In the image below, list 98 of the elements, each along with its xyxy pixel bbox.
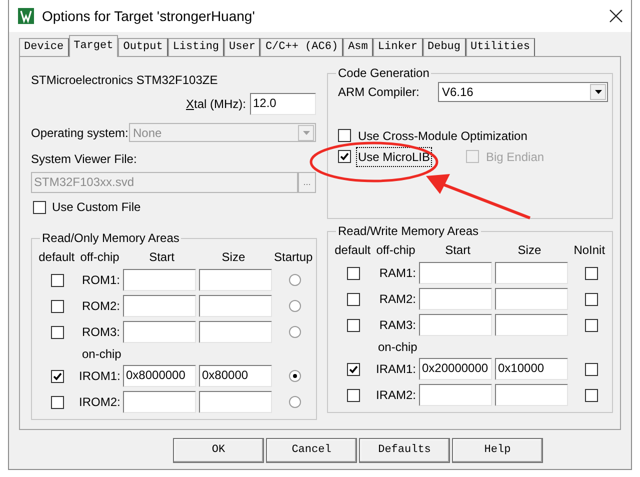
input-field[interactable] — [199, 269, 272, 291]
caret-icon — [594, 90, 602, 94]
tab[interactable]: Listing — [168, 38, 224, 56]
dialog-button[interactable]: OK — [173, 438, 264, 463]
input-field[interactable] — [495, 384, 568, 406]
radio-button[interactable] — [289, 326, 301, 338]
checkbox-label: Use MicroLIB — [357, 148, 432, 166]
memory-label: IRAM2: — [375, 387, 417, 404]
dialog-button[interactable]: Help — [452, 438, 543, 463]
checkbox[interactable] — [584, 292, 598, 306]
radio-button[interactable] — [289, 274, 301, 286]
checkbox[interactable] — [346, 388, 360, 402]
checkbox[interactable] — [346, 266, 360, 280]
memory-label: RAM3: — [378, 317, 417, 334]
app-icon — [18, 8, 34, 24]
column-header: Startup — [273, 249, 314, 266]
dialog-button[interactable]: Cancel — [266, 438, 357, 463]
radio-button[interactable] — [289, 396, 301, 408]
tab[interactable]: User — [224, 38, 260, 56]
input-field[interactable]: 0x10000 — [495, 358, 568, 380]
input-field[interactable] — [199, 391, 272, 413]
input-field[interactable] — [495, 314, 568, 336]
checkbox[interactable] — [584, 388, 598, 402]
checkbox-label: Big Endian — [485, 148, 546, 166]
tab[interactable]: Device — [19, 38, 69, 56]
group-title: Read/Write Memory Areas — [336, 223, 480, 239]
checkbox[interactable] — [50, 396, 64, 408]
input-field[interactable] — [123, 295, 196, 317]
memory-label: RAM2: — [378, 291, 417, 308]
checkbox[interactable] — [50, 326, 64, 338]
field-label: ARM Compiler: — [338, 84, 420, 101]
column-header: default — [334, 242, 372, 259]
dialog-button[interactable]: Defaults — [359, 438, 450, 463]
column-header: NoInit — [572, 242, 606, 259]
input-field[interactable] — [419, 288, 492, 310]
group-title: Read/Only Memory Areas — [40, 230, 182, 246]
memory-label: ROM1: — [80, 272, 121, 289]
radio-button[interactable] — [289, 300, 301, 312]
tab[interactable]: Utilities — [466, 38, 535, 56]
memory-label: ROM3: — [80, 324, 121, 341]
checkbox[interactable] — [50, 274, 64, 286]
memory-label: IROM2: — [79, 394, 122, 411]
memory-label: IROM1: — [79, 368, 122, 385]
memory-label: RAM1: — [378, 265, 417, 282]
input-field[interactable]: 0x20000000 — [419, 358, 492, 380]
input-field[interactable] — [123, 269, 196, 291]
tab[interactable]: C/C++ (AC6) — [260, 38, 344, 56]
device-name: STMicroelectronics STM32F103ZE — [31, 72, 219, 87]
checkbox[interactable] — [50, 300, 64, 312]
checkbox[interactable] — [33, 200, 46, 214]
section-label: on-chip — [82, 346, 122, 363]
checkbox-label: Use Cross-Module Optimization — [357, 128, 528, 144]
column-header: off-chip — [375, 242, 416, 259]
column-header: Start — [444, 242, 472, 259]
caret-icon — [302, 130, 310, 134]
checkbox[interactable] — [338, 150, 351, 163]
checkbox[interactable] — [584, 318, 598, 332]
column-header: Size — [220, 249, 246, 266]
input-field[interactable] — [419, 262, 492, 284]
column-header: default — [38, 249, 76, 266]
input-field[interactable] — [495, 288, 568, 310]
input-field[interactable]: 0x8000000 — [123, 365, 196, 387]
radio-button[interactable] — [289, 370, 301, 382]
close-icon[interactable] — [609, 9, 623, 23]
tab[interactable]: Asm — [343, 38, 373, 56]
input-field[interactable] — [123, 321, 196, 343]
memory-label: ROM2: — [80, 298, 121, 315]
dropdown-button[interactable] — [590, 84, 606, 100]
checkbox[interactable] — [584, 362, 598, 376]
dropdown[interactable]: V6.16 — [438, 82, 608, 102]
input-field[interactable] — [419, 384, 492, 406]
checkbox[interactable] — [346, 292, 360, 306]
tab[interactable]: Target — [68, 35, 118, 57]
tab[interactable]: Debug — [422, 38, 466, 56]
input-field[interactable]: 12.0 — [250, 93, 316, 115]
field-label: System Viewer File: — [31, 151, 138, 168]
input-field[interactable] — [495, 262, 568, 284]
input-field[interactable]: 0x80000 — [199, 365, 272, 387]
checkbox[interactable] — [346, 318, 360, 332]
window-title: Options for Target 'strongerHuang' — [42, 6, 255, 26]
input-field[interactable] — [123, 391, 196, 413]
checkbox[interactable] — [50, 370, 64, 382]
section-label: on-chip — [378, 339, 418, 356]
column-header: Size — [516, 242, 542, 259]
column-header: Start — [148, 249, 176, 266]
memory-label: IRAM1: — [375, 361, 417, 378]
tab[interactable]: Output — [118, 38, 168, 56]
input-field[interactable] — [199, 295, 272, 317]
tab[interactable]: Linker — [372, 38, 422, 56]
input-field[interactable] — [199, 321, 272, 343]
input-field[interactable] — [419, 314, 492, 336]
checkbox-label: Use Custom File — [52, 199, 141, 216]
column-header: off-chip — [79, 249, 120, 266]
checkbox[interactable] — [584, 266, 598, 280]
field-label: Operating system: — [31, 124, 129, 142]
checkbox[interactable] — [338, 129, 351, 142]
checkbox[interactable] — [346, 362, 360, 376]
field-label: Xtal (MHz): — [186, 96, 246, 113]
